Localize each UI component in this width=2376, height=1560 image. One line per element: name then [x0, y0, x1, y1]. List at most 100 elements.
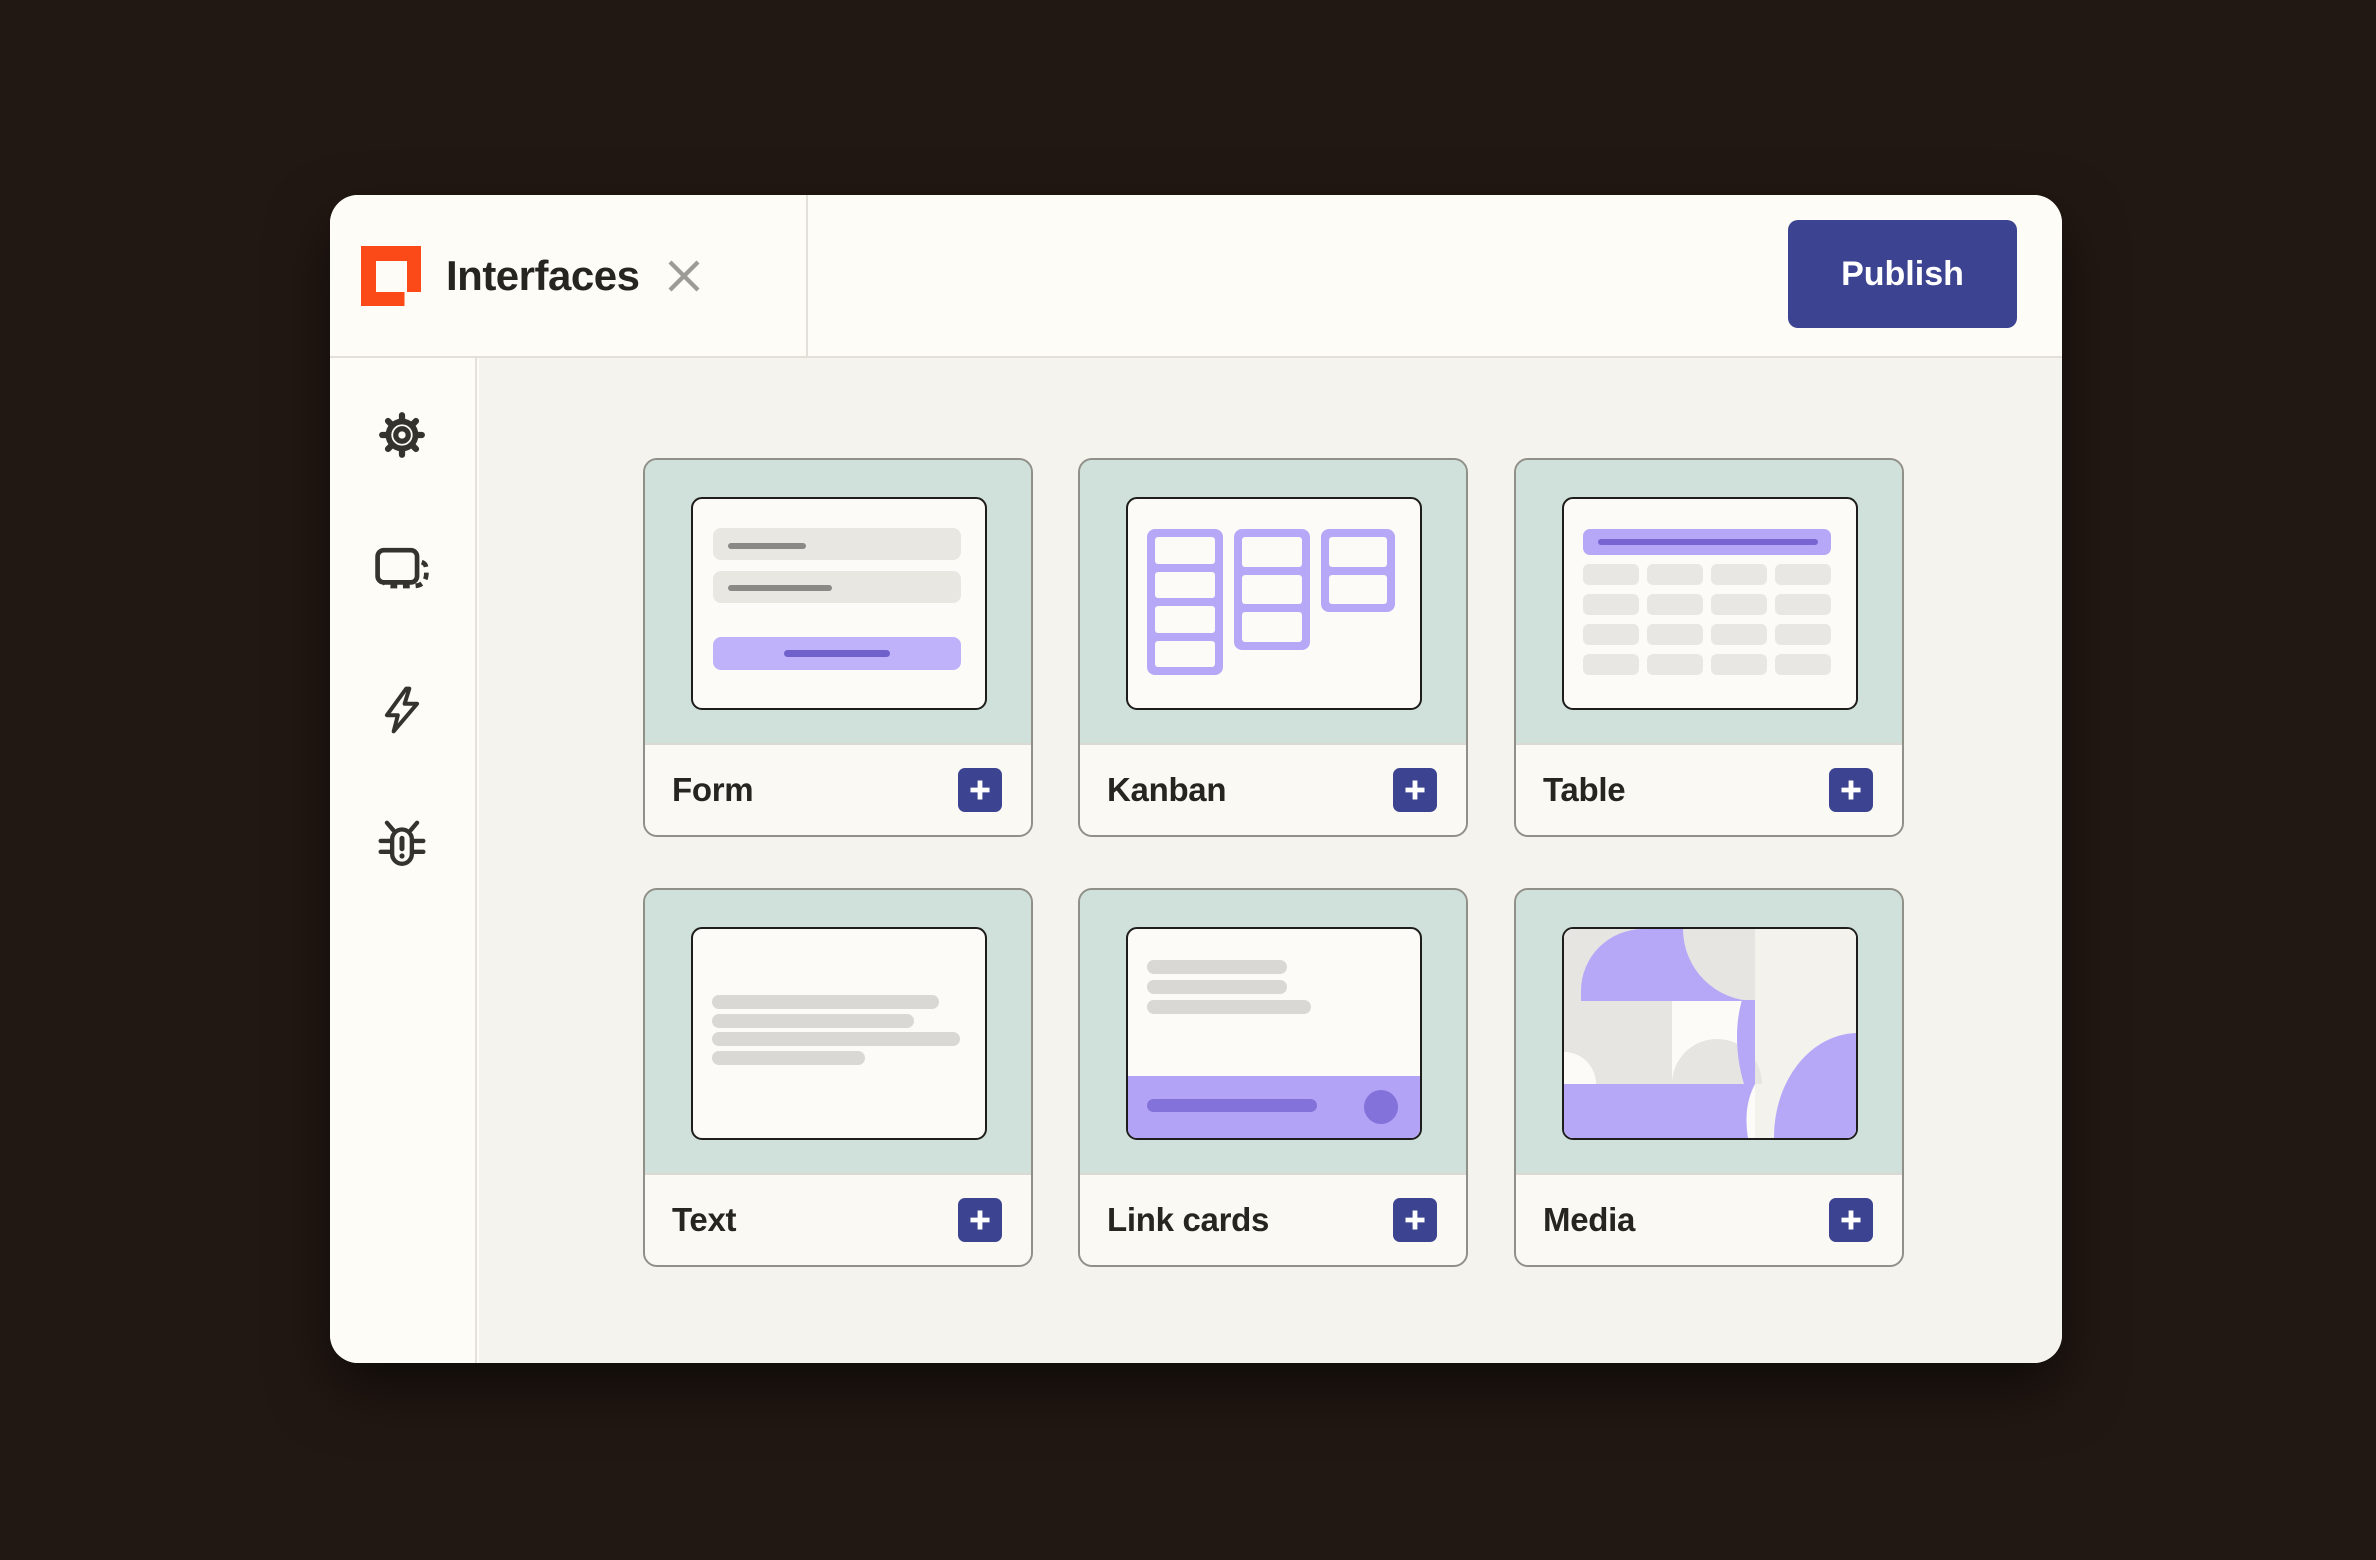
- kanban-component-thumbnail: [1126, 497, 1422, 710]
- table-cell: [1647, 654, 1703, 675]
- sidebar: [330, 358, 477, 1363]
- table-cell: [1775, 564, 1831, 585]
- form-field-text-line: [728, 543, 806, 549]
- link-card-text-line: [1147, 980, 1287, 994]
- link-card-text-line: [1147, 1000, 1311, 1014]
- card-label-row: Form: [645, 743, 1031, 835]
- text-line: [712, 1032, 960, 1046]
- template-card-table[interactable]: Table: [1514, 458, 1904, 837]
- table-component-thumbnail: [1562, 497, 1858, 710]
- media-component-thumbnail: [1562, 927, 1858, 1140]
- logo-panel: Interfaces: [330, 195, 808, 356]
- link-cards-preview-zone: [1080, 890, 1466, 1175]
- desktop-backdrop: { "app": { "title": "Interfaces", "publi…: [0, 0, 2376, 1560]
- template-card-text[interactable]: Text: [643, 888, 1033, 1267]
- link-card-footer-line: [1147, 1099, 1317, 1112]
- table-cell: [1711, 564, 1767, 585]
- template-card-kanban[interactable]: Kanban: [1078, 458, 1468, 837]
- add-table-button[interactable]: [1829, 768, 1873, 812]
- table-header-line: [1598, 539, 1818, 545]
- card-label-row: Table: [1516, 743, 1902, 835]
- screens-icon: [375, 547, 429, 589]
- kanban-card-cell: [1329, 537, 1387, 567]
- table-preview-zone: [1516, 460, 1902, 745]
- text-line: [712, 995, 939, 1009]
- publish-button[interactable]: Publish: [1788, 220, 2017, 328]
- template-card-link-cards[interactable]: Link cards: [1078, 888, 1468, 1267]
- media-collage-illustration: [1564, 929, 1856, 1138]
- table-cell: [1583, 624, 1639, 645]
- media-preview-zone: [1516, 890, 1902, 1175]
- kanban-card-cell: [1242, 612, 1302, 643]
- table-cell: [1775, 624, 1831, 645]
- plus-icon: [1405, 780, 1425, 800]
- table-cell: [1711, 624, 1767, 645]
- kanban-card-cell: [1155, 571, 1215, 598]
- kanban-card-cell: [1242, 537, 1302, 567]
- kanban-preview-zone: [1080, 460, 1466, 745]
- add-kanban-button[interactable]: [1393, 768, 1437, 812]
- kanban-card-cell: [1155, 537, 1215, 564]
- plus-icon: [970, 780, 990, 800]
- card-label: Text: [672, 1201, 737, 1238]
- card-label: Form: [672, 771, 754, 808]
- form-field-placeholder: [713, 571, 961, 603]
- card-label-row: Link cards: [1080, 1173, 1466, 1265]
- table-cell: [1711, 594, 1767, 615]
- text-preview-zone: [645, 890, 1031, 1175]
- sidebar-item-zaps[interactable]: [374, 682, 430, 738]
- app-title: Interfaces: [446, 251, 640, 299]
- kanban-column: [1321, 529, 1395, 612]
- debug-bug-icon: [378, 820, 426, 866]
- form-field-text-line: [728, 585, 832, 591]
- publish-button-label: Publish: [1841, 254, 1964, 293]
- card-label-row: Kanban: [1080, 743, 1466, 835]
- table-cell: [1647, 624, 1703, 645]
- template-card-media[interactable]: Media: [1514, 888, 1904, 1267]
- table-cell: [1647, 564, 1703, 585]
- plus-icon: [1405, 1210, 1425, 1230]
- card-label-row: Text: [645, 1173, 1031, 1265]
- add-media-button[interactable]: [1829, 1198, 1873, 1242]
- link-card-text-line: [1147, 960, 1287, 974]
- table-cell: [1583, 654, 1639, 675]
- template-card-form[interactable]: Form: [643, 458, 1033, 837]
- interfaces-builder-window: Interfaces Publish Form Kanban Table Tex…: [330, 195, 2062, 1363]
- link-card-footer-dot: [1364, 1090, 1398, 1124]
- kanban-column: [1234, 529, 1310, 650]
- add-link-cards-button[interactable]: [1393, 1198, 1437, 1242]
- text-line: [712, 1014, 914, 1028]
- form-field-placeholder: [713, 528, 961, 560]
- card-label: Kanban: [1107, 771, 1227, 808]
- plus-icon: [1841, 780, 1861, 800]
- kanban-card-cell: [1155, 606, 1215, 633]
- sidebar-item-screens[interactable]: [374, 544, 430, 600]
- table-cell: [1647, 594, 1703, 615]
- kanban-card-cell: [1242, 574, 1302, 605]
- kanban-card-cell: [1155, 640, 1215, 667]
- header-bar: Interfaces Publish: [330, 195, 2062, 358]
- link-cards-component-thumbnail: [1126, 927, 1422, 1140]
- add-form-button[interactable]: [958, 768, 1002, 812]
- sidebar-item-debug[interactable]: [374, 815, 430, 871]
- table-cell: [1583, 594, 1639, 615]
- text-line: [712, 1051, 865, 1065]
- form-submit-text-line: [784, 650, 890, 657]
- text-component-thumbnail: [691, 927, 987, 1140]
- kanban-card-cell: [1329, 574, 1387, 604]
- settings-gear-icon: [379, 412, 425, 458]
- table-cell: [1775, 654, 1831, 675]
- form-component-thumbnail: [691, 497, 987, 710]
- plus-icon: [970, 1210, 990, 1230]
- card-label: Table: [1543, 771, 1626, 808]
- table-cell: [1711, 654, 1767, 675]
- card-label: Media: [1543, 1201, 1636, 1238]
- plus-icon: [1841, 1210, 1861, 1230]
- table-cell: [1775, 594, 1831, 615]
- close-icon: [668, 259, 700, 292]
- add-text-button[interactable]: [958, 1198, 1002, 1242]
- sidebar-item-settings[interactable]: [374, 407, 430, 463]
- close-button[interactable]: [665, 257, 703, 295]
- table-cell: [1583, 564, 1639, 585]
- card-label: Link cards: [1107, 1201, 1270, 1238]
